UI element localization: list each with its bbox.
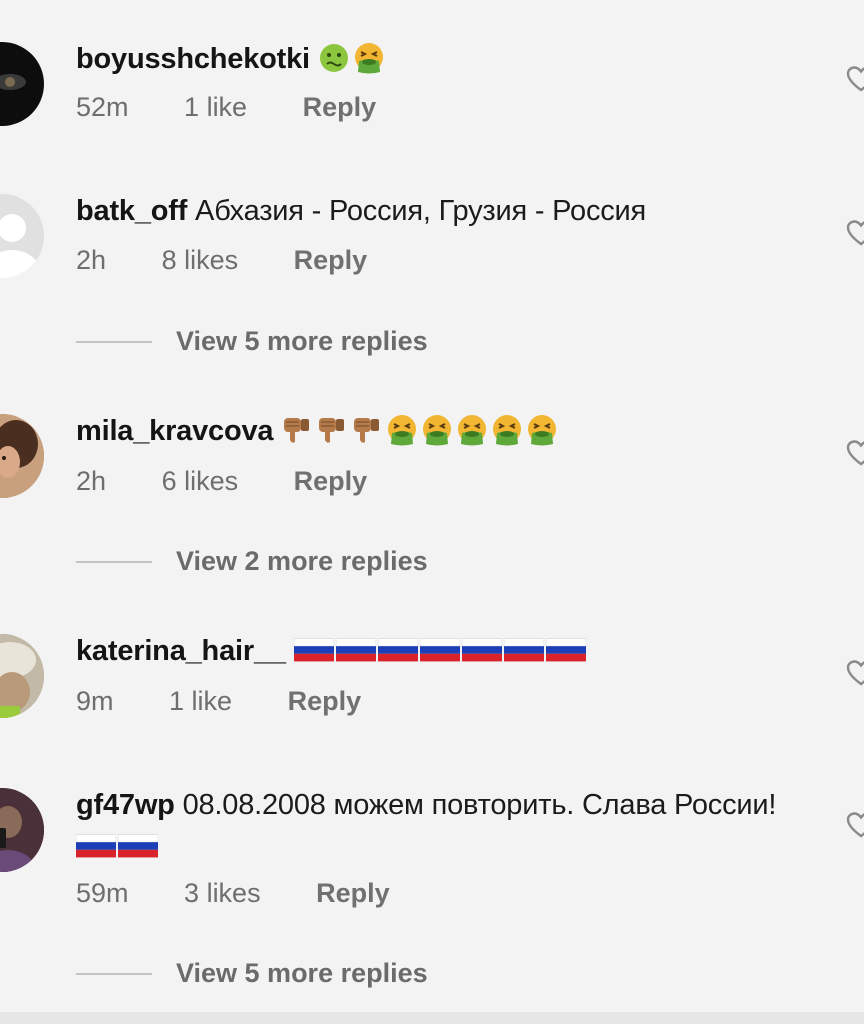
view-more-replies-label: View 2 more replies	[176, 546, 428, 576]
comment-likes[interactable]: 3 likes	[184, 878, 261, 909]
heart-icon[interactable]	[846, 812, 864, 838]
vomiting-face-icon	[353, 42, 385, 74]
comment-likes[interactable]: 6 likes	[162, 466, 239, 497]
heart-icon[interactable]	[846, 66, 864, 92]
divider	[76, 972, 152, 975]
view-more-replies-button[interactable]: View 5 more replies	[76, 326, 428, 357]
comment-likes[interactable]: 8 likes	[162, 245, 239, 276]
nauseated-face-icon	[318, 42, 350, 74]
russia-flag-icon	[420, 638, 460, 662]
vomiting-face-icon	[456, 414, 488, 446]
comment-meta: 52m 1 like Reply	[76, 92, 376, 123]
view-more-replies-button[interactable]: View 2 more replies	[76, 546, 428, 577]
comment-meta: 59m 3 likes Reply	[76, 878, 390, 909]
russia-flag-icon	[462, 638, 502, 662]
thumbs-down-icon	[281, 414, 313, 446]
russia-flag-icon	[118, 834, 158, 858]
view-more-replies-label: View 5 more replies	[176, 326, 428, 356]
reply-button[interactable]: Reply	[294, 466, 368, 497]
comment-text: Абхазия - Россия, Грузия - Россия	[195, 195, 647, 227]
thumbs-down-icon	[316, 414, 348, 446]
russia-flag-icon	[76, 834, 116, 858]
view-more-replies-label: View 5 more replies	[176, 958, 428, 988]
comment-likes[interactable]: 1 like	[184, 92, 247, 123]
avatar[interactable]	[0, 42, 44, 126]
vomiting-face-icon	[386, 414, 418, 446]
russia-flag-icon	[378, 638, 418, 662]
comment-time: 2h	[76, 245, 107, 275]
comment-username[interactable]: mila_kravcova	[76, 415, 274, 447]
comment-time: 9m	[76, 686, 114, 716]
comment-username[interactable]: gf47wp	[76, 789, 175, 821]
avatar[interactable]	[0, 414, 44, 498]
comment-body: batk_off Абхазия - Россия, Грузия - Росс…	[76, 190, 794, 232]
comment-body: mila_kravcova	[76, 410, 794, 452]
bottom-edge	[0, 1012, 864, 1024]
heart-icon[interactable]	[846, 660, 864, 686]
comment-text: 08.08.2008 можем повторить. Слава России…	[182, 789, 777, 821]
russia-flag-icon	[546, 638, 586, 662]
comment-username[interactable]: batk_off	[76, 195, 187, 227]
comment-time: 2h	[76, 466, 107, 496]
comment-meta: 2h 6 likes Reply	[76, 466, 367, 497]
russia-flag-icon	[294, 638, 334, 662]
russia-flag-icon	[504, 638, 544, 662]
comment-username[interactable]: katerina_hair__	[76, 635, 286, 667]
comment-body: boyusshchekotki	[76, 38, 794, 80]
thumbs-down-icon	[351, 414, 383, 446]
heart-icon[interactable]	[846, 220, 864, 246]
comment-time: 52m	[76, 92, 129, 122]
reply-button[interactable]: Reply	[294, 245, 368, 276]
reply-button[interactable]: Reply	[316, 878, 390, 909]
comment-time: 59m	[76, 878, 129, 908]
comment-body: gf47wp 08.08.2008 можем повторить. Слава…	[76, 784, 794, 868]
russia-flag-icon	[336, 638, 376, 662]
comment-likes[interactable]: 1 like	[169, 686, 232, 717]
reply-button[interactable]: Reply	[303, 92, 377, 123]
vomiting-face-icon	[526, 414, 558, 446]
comment-username[interactable]: boyusshchekotki	[76, 43, 310, 75]
heart-icon[interactable]	[846, 440, 864, 466]
divider	[76, 340, 152, 343]
avatar[interactable]	[0, 634, 44, 718]
comment-body: katerina_hair__	[76, 630, 794, 672]
vomiting-face-icon	[421, 414, 453, 446]
reply-button[interactable]: Reply	[288, 686, 362, 717]
comment-meta: 2h 8 likes Reply	[76, 245, 367, 276]
avatar[interactable]	[0, 194, 44, 278]
view-more-replies-button[interactable]: View 5 more replies	[76, 958, 428, 989]
avatar[interactable]	[0, 788, 44, 872]
divider	[76, 560, 152, 563]
vomiting-face-icon	[491, 414, 523, 446]
comment-meta: 9m 1 like Reply	[76, 686, 361, 717]
